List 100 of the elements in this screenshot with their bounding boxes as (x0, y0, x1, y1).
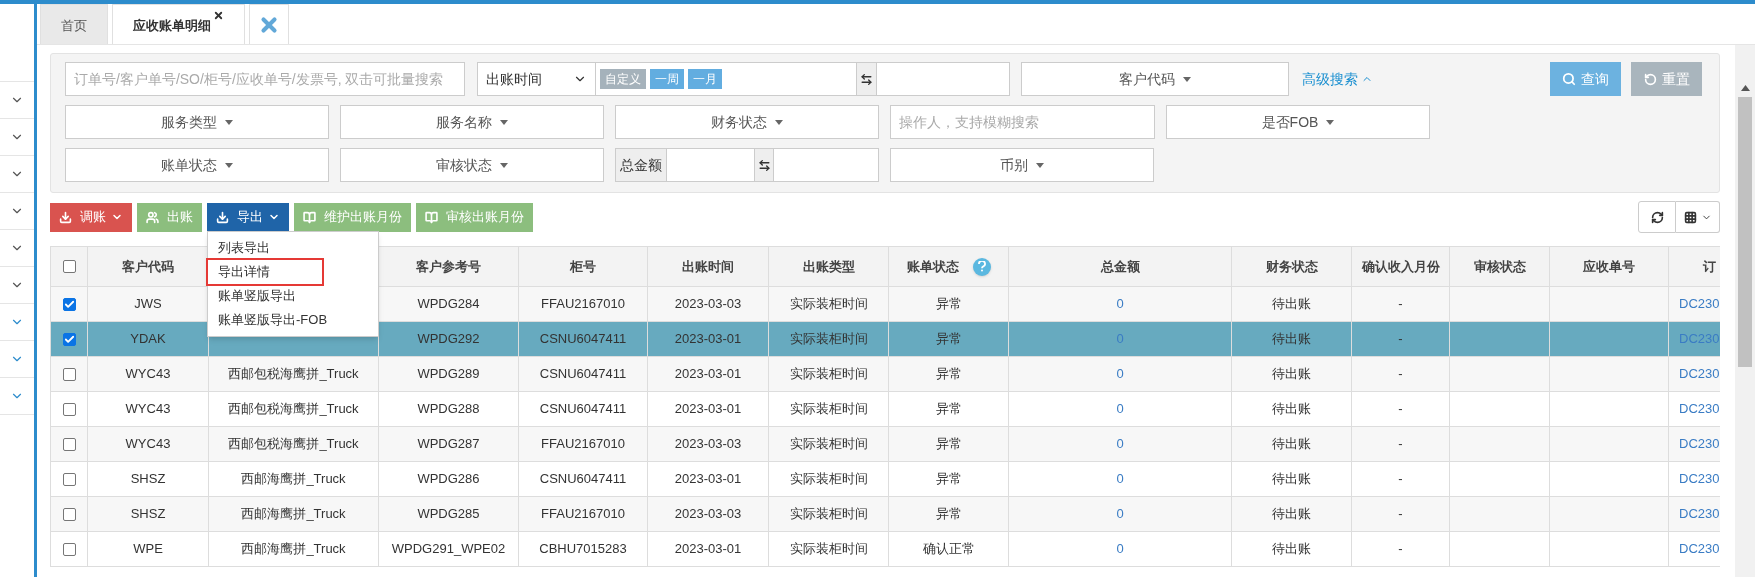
table-cell-text: CSNU6047411 (539, 400, 627, 419)
menu-item[interactable]: 列表导出 (208, 236, 378, 260)
dropdown[interactable]: 审核状态 (340, 148, 604, 182)
date-field[interactable] (877, 62, 1010, 96)
toolbar-button[interactable]: 调账 (50, 202, 132, 232)
table-cell-text: WPDG289 (417, 365, 480, 384)
table-row[interactable]: WYC43 西邮包税海鹰拼_Truck WPDG288 CSNU6047411 2023-03-01 实际装柜时间 异常 0 待出账 - DC230 (51, 392, 1720, 427)
table-cell-text: 确认正常 (922, 540, 975, 559)
caret-icon (1326, 119, 1335, 125)
dropdown[interactable]: 客户代码 (1021, 62, 1289, 96)
dropdown[interactable]: 服务类型 (65, 105, 329, 139)
table-cell-text: WPDG287 (417, 435, 480, 454)
table-cell-text: 2023-03-03 (674, 435, 742, 454)
table-cell-text: 实际装柜时间 (789, 365, 868, 384)
table-cell-text: - (1398, 365, 1403, 384)
dropdown[interactable]: 服务名称 (340, 105, 604, 139)
table-link[interactable]: 0 (1116, 469, 1124, 489)
table-row[interactable]: SHSZ 西邮海鹰拼_Truck WPDG286 CSNU6047411 2023-03-01 实际装柜时间 异常 0 待出账 - DC230 (51, 462, 1720, 497)
scrollbar[interactable] (1735, 45, 1755, 577)
scroll-up-icon[interactable] (1740, 85, 1750, 91)
checkbox[interactable] (62, 507, 76, 521)
table-cell-text: 待出账 (1272, 435, 1311, 454)
scrollbar-thumb[interactable] (1738, 97, 1752, 367)
table-cell-text: JWS (134, 295, 162, 314)
dropdown[interactable]: 币别 (890, 148, 1154, 182)
checkbox[interactable] (62, 402, 76, 416)
table-row[interactable]: SHSZ 西邮海鹰拼_Truck WPDG285 FFAU2167010 2023-03-03 实际装柜时间 异常 0 待出账 - DC230 (51, 497, 1720, 532)
table-cell-text: 2023-03-01 (674, 470, 742, 489)
dropdown[interactable]: 财务状态 (615, 105, 879, 139)
table-row[interactable]: WPE 西邮海鹰拼_Truck WPDG291_WPE02 CBHU7015283 2023-03-01 实际装柜时间 确认正常 0 待出账 - DC230 (51, 532, 1720, 567)
search-icon (1562, 72, 1576, 86)
search-field[interactable]: 订单号/客户单号/SO/柜号/应收单号/发票号, 双击可批量搜索 (65, 62, 465, 96)
book-icon (425, 210, 438, 224)
table-cell-text: WYC43 (125, 400, 171, 419)
checkbox[interactable] (62, 437, 76, 451)
table-cell-text: WPDG291_WPE02 (391, 540, 506, 559)
close-all-button[interactable] (249, 4, 289, 44)
table-link[interactable]: 0 (1116, 539, 1124, 559)
table-cell-text: - (1398, 470, 1403, 489)
table-link[interactable]: 0 (1116, 294, 1124, 314)
table-cell-text: 待出账 (1272, 295, 1311, 314)
table-cell-text: FFAU2167010 (541, 505, 625, 524)
book-icon (303, 210, 316, 224)
query-button[interactable]: 查询 (1550, 62, 1621, 96)
columns-button[interactable] (1676, 201, 1720, 233)
table-link[interactable]: 0 (1116, 504, 1124, 524)
dropdown[interactable]: 账单状态 (65, 148, 329, 182)
table-cell-text: 待出账 (1272, 365, 1311, 384)
column-header: 柜号 (570, 257, 596, 276)
table-cell-text: 异常 (935, 505, 962, 524)
close-icon[interactable] (213, 10, 224, 21)
table-cell-text: 实际装柜时间 (789, 540, 868, 559)
reset-icon (1643, 72, 1657, 86)
table-link[interactable]: DC230 (1679, 539, 1720, 559)
checkbox[interactable] (62, 367, 76, 381)
download-icon (59, 210, 72, 224)
table-link[interactable]: DC230 (1679, 504, 1720, 524)
input-field[interactable]: 操作人，支持模糊搜索 (890, 105, 1155, 139)
table-cell-text: 2023-03-03 (674, 505, 742, 524)
table-link[interactable]: DC230 (1679, 469, 1720, 489)
table-cell-text: - (1398, 505, 1403, 524)
table-cell-text: 实际装柜时间 (789, 330, 868, 349)
table-link[interactable]: DC230 (1679, 364, 1720, 384)
column-header: 客户参考号 (416, 257, 481, 276)
table-cell-text: - (1398, 295, 1403, 314)
input-field[interactable] (774, 148, 879, 182)
table-link[interactable]: 0 (1116, 364, 1124, 384)
tab[interactable]: 首页 (40, 4, 108, 44)
toolbar-button[interactable]: 导出 (207, 202, 289, 232)
table-cell-text: 实际装柜时间 (789, 295, 868, 314)
tab[interactable]: 应收账单明细 (112, 4, 245, 44)
table-link[interactable]: 0 (1116, 434, 1124, 454)
checkbox[interactable] (62, 297, 76, 311)
table-cell-text: 西邮包税海鹰拼_Truck (228, 400, 359, 419)
menu-item[interactable]: 导出详情 (208, 260, 322, 284)
table-cell-text: 实际装柜时间 (789, 505, 868, 524)
table-link[interactable]: DC230 (1679, 434, 1720, 454)
dropdown[interactable]: 是否FOB (1166, 105, 1430, 139)
menu-item[interactable]: 账单竖版导出 (208, 284, 378, 308)
table-cell-text: 2023-03-01 (674, 365, 742, 384)
refresh-button[interactable] (1638, 201, 1676, 233)
advanced-search-link[interactable]: 高级搜索 (1302, 68, 1373, 90)
table-link[interactable]: 0 (1116, 399, 1124, 419)
checkbox[interactable] (62, 542, 76, 556)
table-row[interactable]: WYC43 西邮包税海鹰拼_Truck WPDG289 CSNU6047411 2023-03-01 实际装柜时间 异常 0 待出账 - DC230 (51, 357, 1720, 392)
table-link[interactable]: DC230 (1679, 294, 1720, 314)
download-icon (216, 210, 229, 224)
table-cell-text: WPDG286 (417, 470, 480, 489)
checkbox[interactable] (62, 332, 76, 346)
table-cell-text: 西邮包税海鹰拼_Truck (228, 435, 359, 454)
table-cell-text: 西邮海鹰拼_Truck (241, 505, 346, 524)
table-link[interactable]: DC230 (1679, 399, 1720, 419)
table-cell-text: CSNU6047411 (539, 365, 627, 384)
column-header: 出账类型 (802, 257, 855, 276)
table-row[interactable]: WYC43 西邮包税海鹰拼_Truck WPDG287 FFAU2167010 2023-03-03 实际装柜时间 异常 0 待出账 - DC230 (51, 427, 1720, 462)
input-field[interactable] (667, 148, 754, 182)
checkbox[interactable] (62, 260, 76, 273)
caret-icon (500, 119, 508, 125)
column-header: 账单状态 (906, 257, 959, 276)
checkbox[interactable] (62, 472, 76, 486)
